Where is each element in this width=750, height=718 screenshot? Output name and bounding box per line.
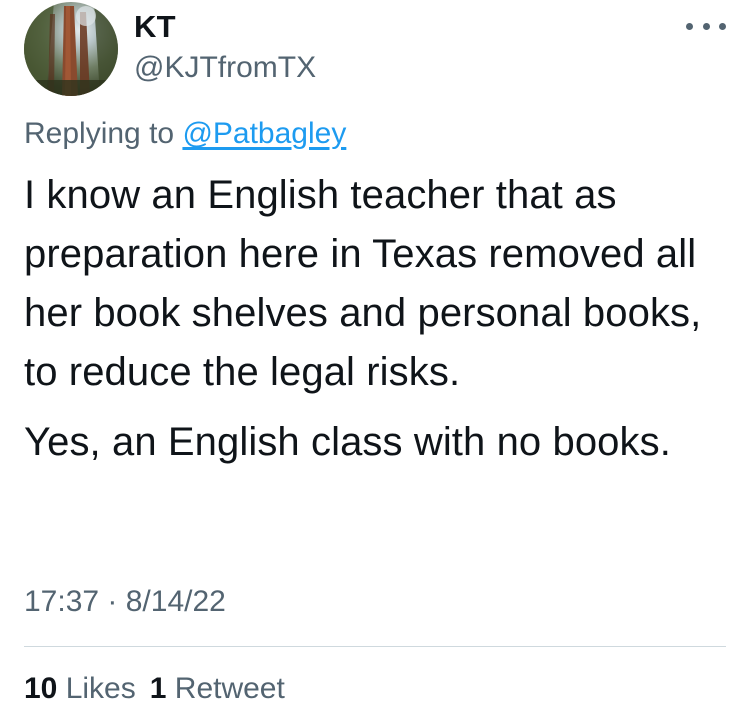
retweets-count: 1	[149, 672, 167, 705]
reply-mention-link[interactable]: @Patbagley	[182, 117, 346, 150]
redwood-trees-avatar-icon	[24, 2, 118, 96]
more-horizontal-icon	[686, 22, 693, 30]
more-horizontal-icon-dot	[702, 22, 710, 30]
likes-label: Likes	[57, 672, 136, 705]
tweet-paragraph: Yes, an English class with no books.	[24, 420, 671, 464]
replying-to: Replying to @Patbagley	[24, 117, 346, 151]
author-display-name[interactable]: KT	[134, 9, 176, 45]
likes-stat[interactable]: 10 Likes	[24, 672, 136, 705]
tweet: KT @KJTfromTX Replying to @Patbagley I k…	[0, 0, 750, 718]
divider	[24, 646, 726, 647]
tweet-paragraph: I know an English teacher that as prepar…	[24, 173, 702, 394]
avatar[interactable]	[24, 2, 118, 96]
replying-to-label: Replying to	[24, 117, 183, 150]
tweet-timestamp[interactable]: 17:37 · 8/14/22	[24, 585, 226, 619]
retweets-label: Retweet	[166, 672, 285, 705]
likes-count: 10	[24, 672, 58, 705]
tweet-stats: 10 Likes 1 Retweet	[24, 672, 285, 706]
more-options-button[interactable]	[686, 14, 726, 38]
retweets-stat[interactable]: 1 Retweet	[150, 672, 285, 705]
author-handle[interactable]: @KJTfromTX	[134, 51, 316, 85]
tweet-text: I know an English teacher that as prepar…	[24, 166, 724, 472]
more-horizontal-icon-dot	[719, 22, 726, 30]
